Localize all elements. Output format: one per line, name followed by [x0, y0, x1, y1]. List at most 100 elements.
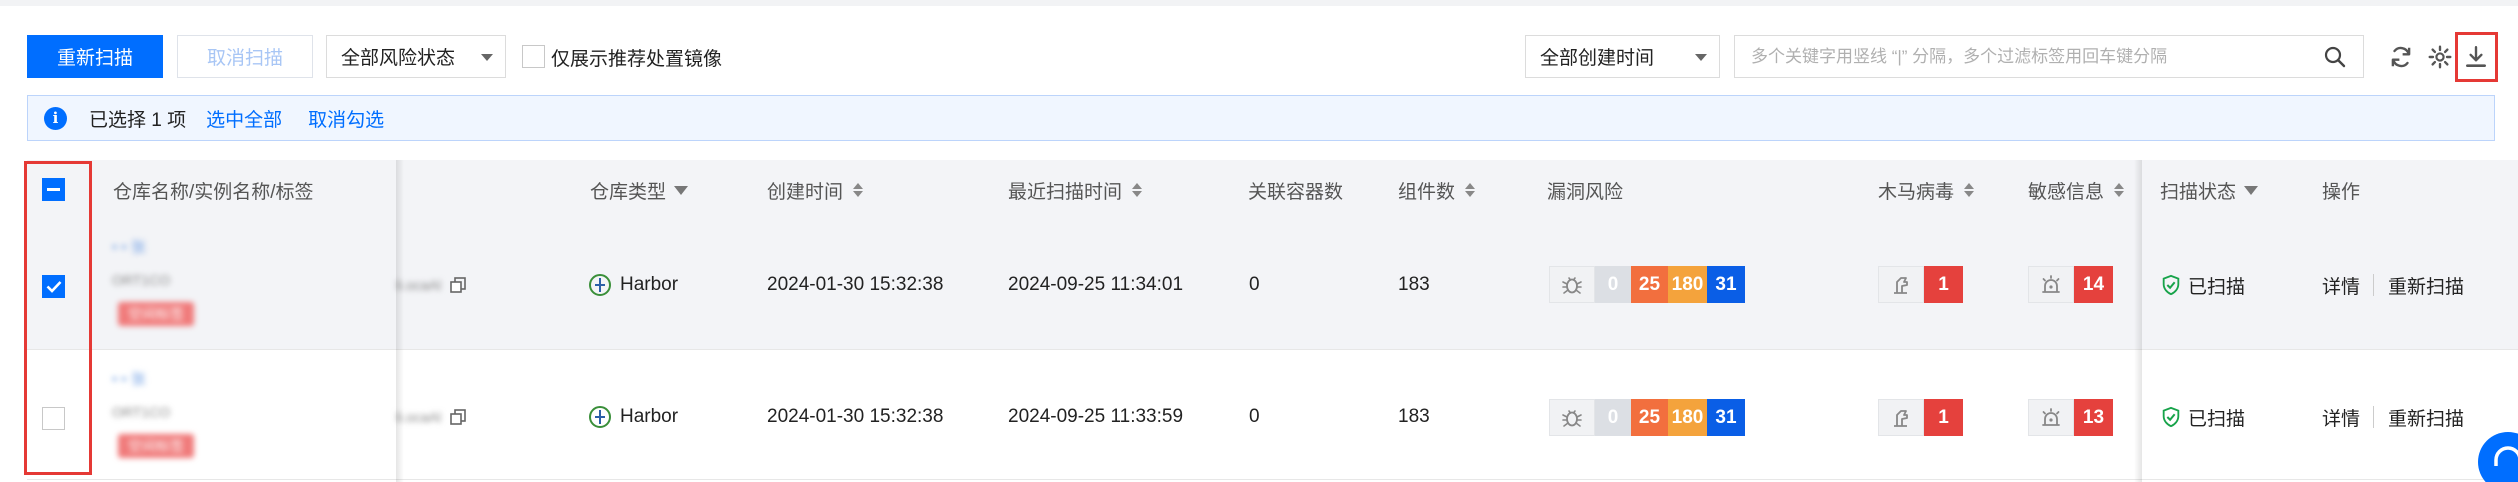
chevron-down-icon — [1695, 54, 1707, 61]
col-components-label: 组件数 — [1398, 181, 1456, 203]
search-input[interactable] — [1751, 46, 2315, 67]
image-tag: 空间标签 — [118, 302, 194, 326]
scan-status-cell: 已扫描 — [2160, 402, 2245, 432]
sensitive-count: 13 — [2074, 399, 2113, 436]
trojan-count: 1 — [1924, 399, 1963, 436]
containers-cell: 0 — [1249, 274, 1260, 295]
vuln-high-chip: 180 — [1668, 266, 1707, 303]
rescan-button[interactable]: 重新扫描 — [27, 35, 163, 78]
vuln-critical-chip: 31 — [1707, 399, 1745, 436]
detail-link[interactable]: 详情 — [2322, 402, 2360, 432]
action-divider — [2373, 406, 2374, 428]
bug-icon — [1549, 399, 1595, 436]
col-name: 仓库名称/实例名称/标签 — [113, 181, 314, 203]
detail-link[interactable]: 详情 — [2322, 270, 2360, 300]
sort-icon[interactable] — [1132, 183, 1143, 197]
col-last-scan-time[interactable]: 最近扫描时间 — [1008, 160, 1143, 220]
risk-status-select[interactable]: 全部风险状态 — [326, 35, 506, 78]
scan-status-text: 已扫描 — [2188, 408, 2246, 430]
sensitive-cell[interactable]: 14 — [2028, 266, 2113, 303]
harbor-icon — [589, 274, 611, 296]
shield-check-icon — [2162, 274, 2180, 296]
select-all-link[interactable]: 选中全部 — [206, 105, 282, 132]
info-icon: i — [44, 106, 67, 130]
search-icon[interactable] — [2323, 45, 2347, 69]
col-trojan-label: 木马病毒 — [1878, 181, 1955, 203]
deselect-link[interactable]: 取消勾选 — [308, 105, 384, 132]
vuln-critical-chip: 31 — [1707, 266, 1745, 303]
components-link[interactable]: 183 — [1398, 402, 1430, 432]
fixed-column-shadow-left — [396, 160, 404, 482]
sort-icon[interactable] — [2114, 183, 2125, 197]
last-scan-time-cell: 2024-09-25 11:34:01 — [1008, 274, 1184, 295]
download-highlight-box — [2455, 32, 2498, 82]
repo-type-cell: Harbor — [588, 270, 678, 300]
col-trojan[interactable]: 木马病毒 — [1878, 160, 1975, 220]
trojan-icon — [1878, 266, 1924, 303]
col-actions: 操作 — [2322, 181, 2361, 203]
instance-name: ORT1CO — [112, 272, 171, 288]
harbor-icon — [589, 406, 611, 428]
trojan-cell[interactable]: 1 — [1878, 399, 1963, 436]
col-vuln-risk: 漏洞风险 — [1547, 181, 1624, 203]
containers-cell: 0 — [1249, 406, 1260, 427]
rescan-link[interactable]: 重新扫描 — [2388, 402, 2464, 432]
refresh-icon[interactable] — [2386, 42, 2416, 72]
col-last-scan-time-label: 最近扫描时间 — [1008, 181, 1123, 203]
col-repo-type-label: 仓库类型 — [590, 181, 667, 203]
sort-icon[interactable] — [1465, 183, 1476, 197]
risk-status-value: 全部风险状态 — [341, 48, 456, 69]
sort-icon[interactable] — [1964, 183, 1975, 197]
selection-info-bar: i 已选择 1 项 选中全部 取消勾选 — [27, 95, 2495, 141]
components-link[interactable]: 183 — [1398, 270, 1430, 300]
col-scan-status[interactable]: 扫描状态 — [2160, 160, 2259, 220]
help-float-button[interactable] — [2478, 432, 2518, 482]
sort-icon[interactable] — [853, 183, 864, 197]
vuln-none-chip: 0 — [1595, 399, 1631, 436]
name-suffix: li.ocaAl — [396, 272, 467, 298]
only-recommended-label[interactable]: 仅展示推荐处置镜像 — [551, 35, 722, 80]
fixed-column-shadow-right — [2134, 160, 2142, 482]
trojan-icon — [1878, 399, 1924, 436]
repo-name: • • 张 — [112, 239, 146, 256]
search-box[interactable] — [1734, 35, 2364, 78]
headset-icon — [2494, 446, 2518, 466]
vuln-none-chip: 0 — [1595, 266, 1631, 303]
vuln-risk-cell[interactable]: 0 25 180 31 — [1549, 266, 1745, 303]
created-time-cell: 2024-01-30 15:32:38 — [767, 274, 944, 295]
sensitive-cell[interactable]: 13 — [2028, 399, 2113, 436]
cancel-scan-button[interactable]: 取消扫描 — [177, 35, 313, 78]
vuln-high-chip: 180 — [1668, 399, 1707, 436]
copy-icon[interactable] — [449, 408, 467, 426]
repo-type-text: Harbor — [620, 274, 679, 295]
alarm-icon — [2028, 399, 2074, 436]
scan-status-cell: 已扫描 — [2160, 270, 2245, 300]
vuln-risk-cell[interactable]: 0 25 180 31 — [1549, 399, 1745, 436]
created-time-value: 全部创建时间 — [1540, 48, 1655, 69]
name-suffix: li.ocaAl — [396, 404, 467, 430]
filter-icon[interactable] — [2244, 185, 2259, 195]
action-divider — [2373, 274, 2374, 296]
rescan-link[interactable]: 重新扫描 — [2388, 270, 2464, 300]
alarm-icon — [2028, 266, 2074, 303]
col-created-time[interactable]: 创建时间 — [767, 160, 864, 220]
only-recommended-checkbox[interactable] — [522, 45, 545, 68]
checkbox-column-highlight-box — [24, 161, 92, 475]
col-sensitive[interactable]: 敏感信息 — [2028, 160, 2125, 220]
copy-icon[interactable] — [449, 276, 467, 294]
top-divider — [0, 0, 2518, 6]
sensitive-count: 14 — [2074, 266, 2113, 303]
vuln-medium-chip: 25 — [1631, 399, 1668, 436]
vuln-medium-chip: 25 — [1631, 266, 1668, 303]
created-time-cell: 2024-01-30 15:32:38 — [767, 406, 944, 427]
col-containers: 关联容器数 — [1248, 181, 1344, 203]
chevron-down-icon — [481, 54, 493, 61]
filter-icon[interactable] — [674, 185, 689, 195]
settings-icon[interactable] — [2425, 42, 2455, 72]
created-time-select[interactable]: 全部创建时间 — [1525, 35, 1720, 78]
col-repo-type[interactable]: 仓库类型 — [590, 160, 689, 220]
trojan-cell[interactable]: 1 — [1878, 266, 1963, 303]
image-tag: 空间标签 — [118, 434, 194, 458]
trojan-count: 1 — [1924, 266, 1963, 303]
col-components[interactable]: 组件数 — [1398, 160, 1476, 220]
